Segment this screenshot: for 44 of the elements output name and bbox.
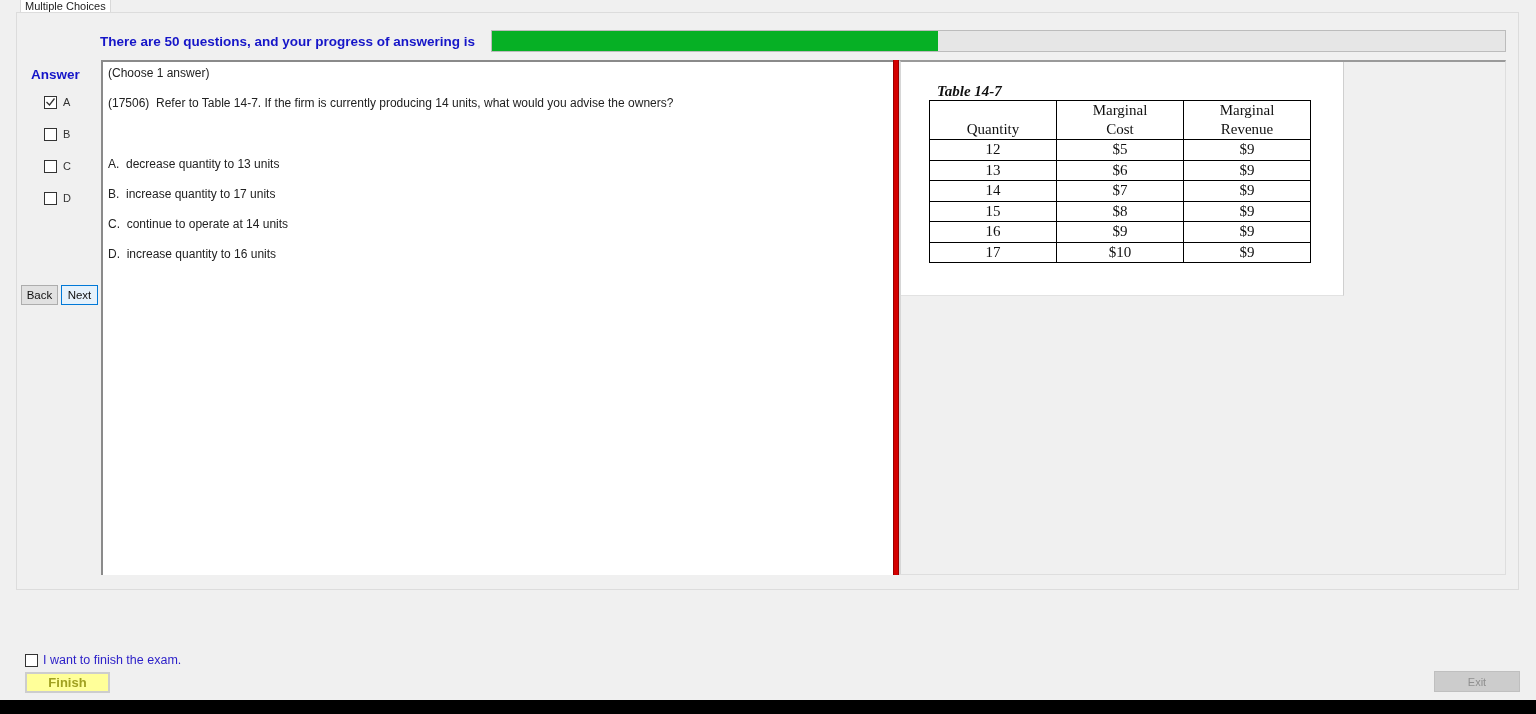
table-cell: $6 <box>1056 160 1184 181</box>
choice-label[interactable]: B <box>63 128 71 140</box>
option-text: A. decrease quantity to 13 units <box>108 156 280 172</box>
checkbox[interactable] <box>44 191 57 205</box>
table-header-cell: Quantity <box>929 100 1057 140</box>
instruction-text: (Choose 1 answer) <box>108 65 210 81</box>
checkbox[interactable] <box>25 653 38 667</box>
table-cell: 13 <box>929 160 1057 181</box>
table-cell: 15 <box>929 201 1057 222</box>
option-text: B. increase quantity to 17 units <box>108 186 276 202</box>
checkbox[interactable] <box>44 95 57 109</box>
table-cell: 14 <box>929 180 1057 201</box>
choice-label[interactable]: A <box>63 96 71 108</box>
table-cell: $9 <box>1183 180 1311 201</box>
table-cell: $9 <box>1183 139 1311 160</box>
table-cell: $8 <box>1056 201 1184 222</box>
table-cell: 17 <box>929 242 1057 263</box>
table-cell: 16 <box>929 221 1057 242</box>
option-text: D. increase quantity to 16 units <box>108 246 277 262</box>
table-header-cell: Marginal Cost <box>1056 100 1184 140</box>
table-cell: $9 <box>1056 221 1184 242</box>
table-cell: $9 <box>1183 242 1311 263</box>
question-text: (17506) Refer to Table 14-7. If the firm is currently producing 14 units, what would you advise the owners? <box>108 95 674 111</box>
confirm-label[interactable]: I want to finish the exam. <box>43 653 182 667</box>
table-header-cell: Marginal Revenue <box>1183 100 1311 140</box>
answer-title: Answer <box>31 67 80 83</box>
tab[interactable]: Multiple Choices <box>20 0 111 12</box>
table-cell: $5 <box>1056 139 1184 160</box>
table-cell: 12 <box>929 139 1057 160</box>
checkbox[interactable] <box>44 127 57 141</box>
table-cell: $9 <box>1183 221 1311 242</box>
table-cell: $9 <box>1183 160 1311 181</box>
progress-title: There are 50 questions, and your progress of answering is <box>100 33 476 49</box>
table-cell: $7 <box>1056 180 1184 201</box>
table-cell: $9 <box>1183 201 1311 222</box>
option-text: C. continue to operate at 14 units <box>108 216 289 232</box>
table-title: Table 14-7 <box>937 83 1002 99</box>
checkbox[interactable] <box>44 159 57 173</box>
nav-button[interactable]: Back <box>21 285 58 305</box>
choice-label[interactable]: C <box>63 160 71 172</box>
nav-button[interactable]: Next <box>61 285 98 305</box>
choice-label[interactable]: D <box>63 192 71 204</box>
table-cell: $10 <box>1056 242 1184 263</box>
check-icon <box>46 98 55 106</box>
